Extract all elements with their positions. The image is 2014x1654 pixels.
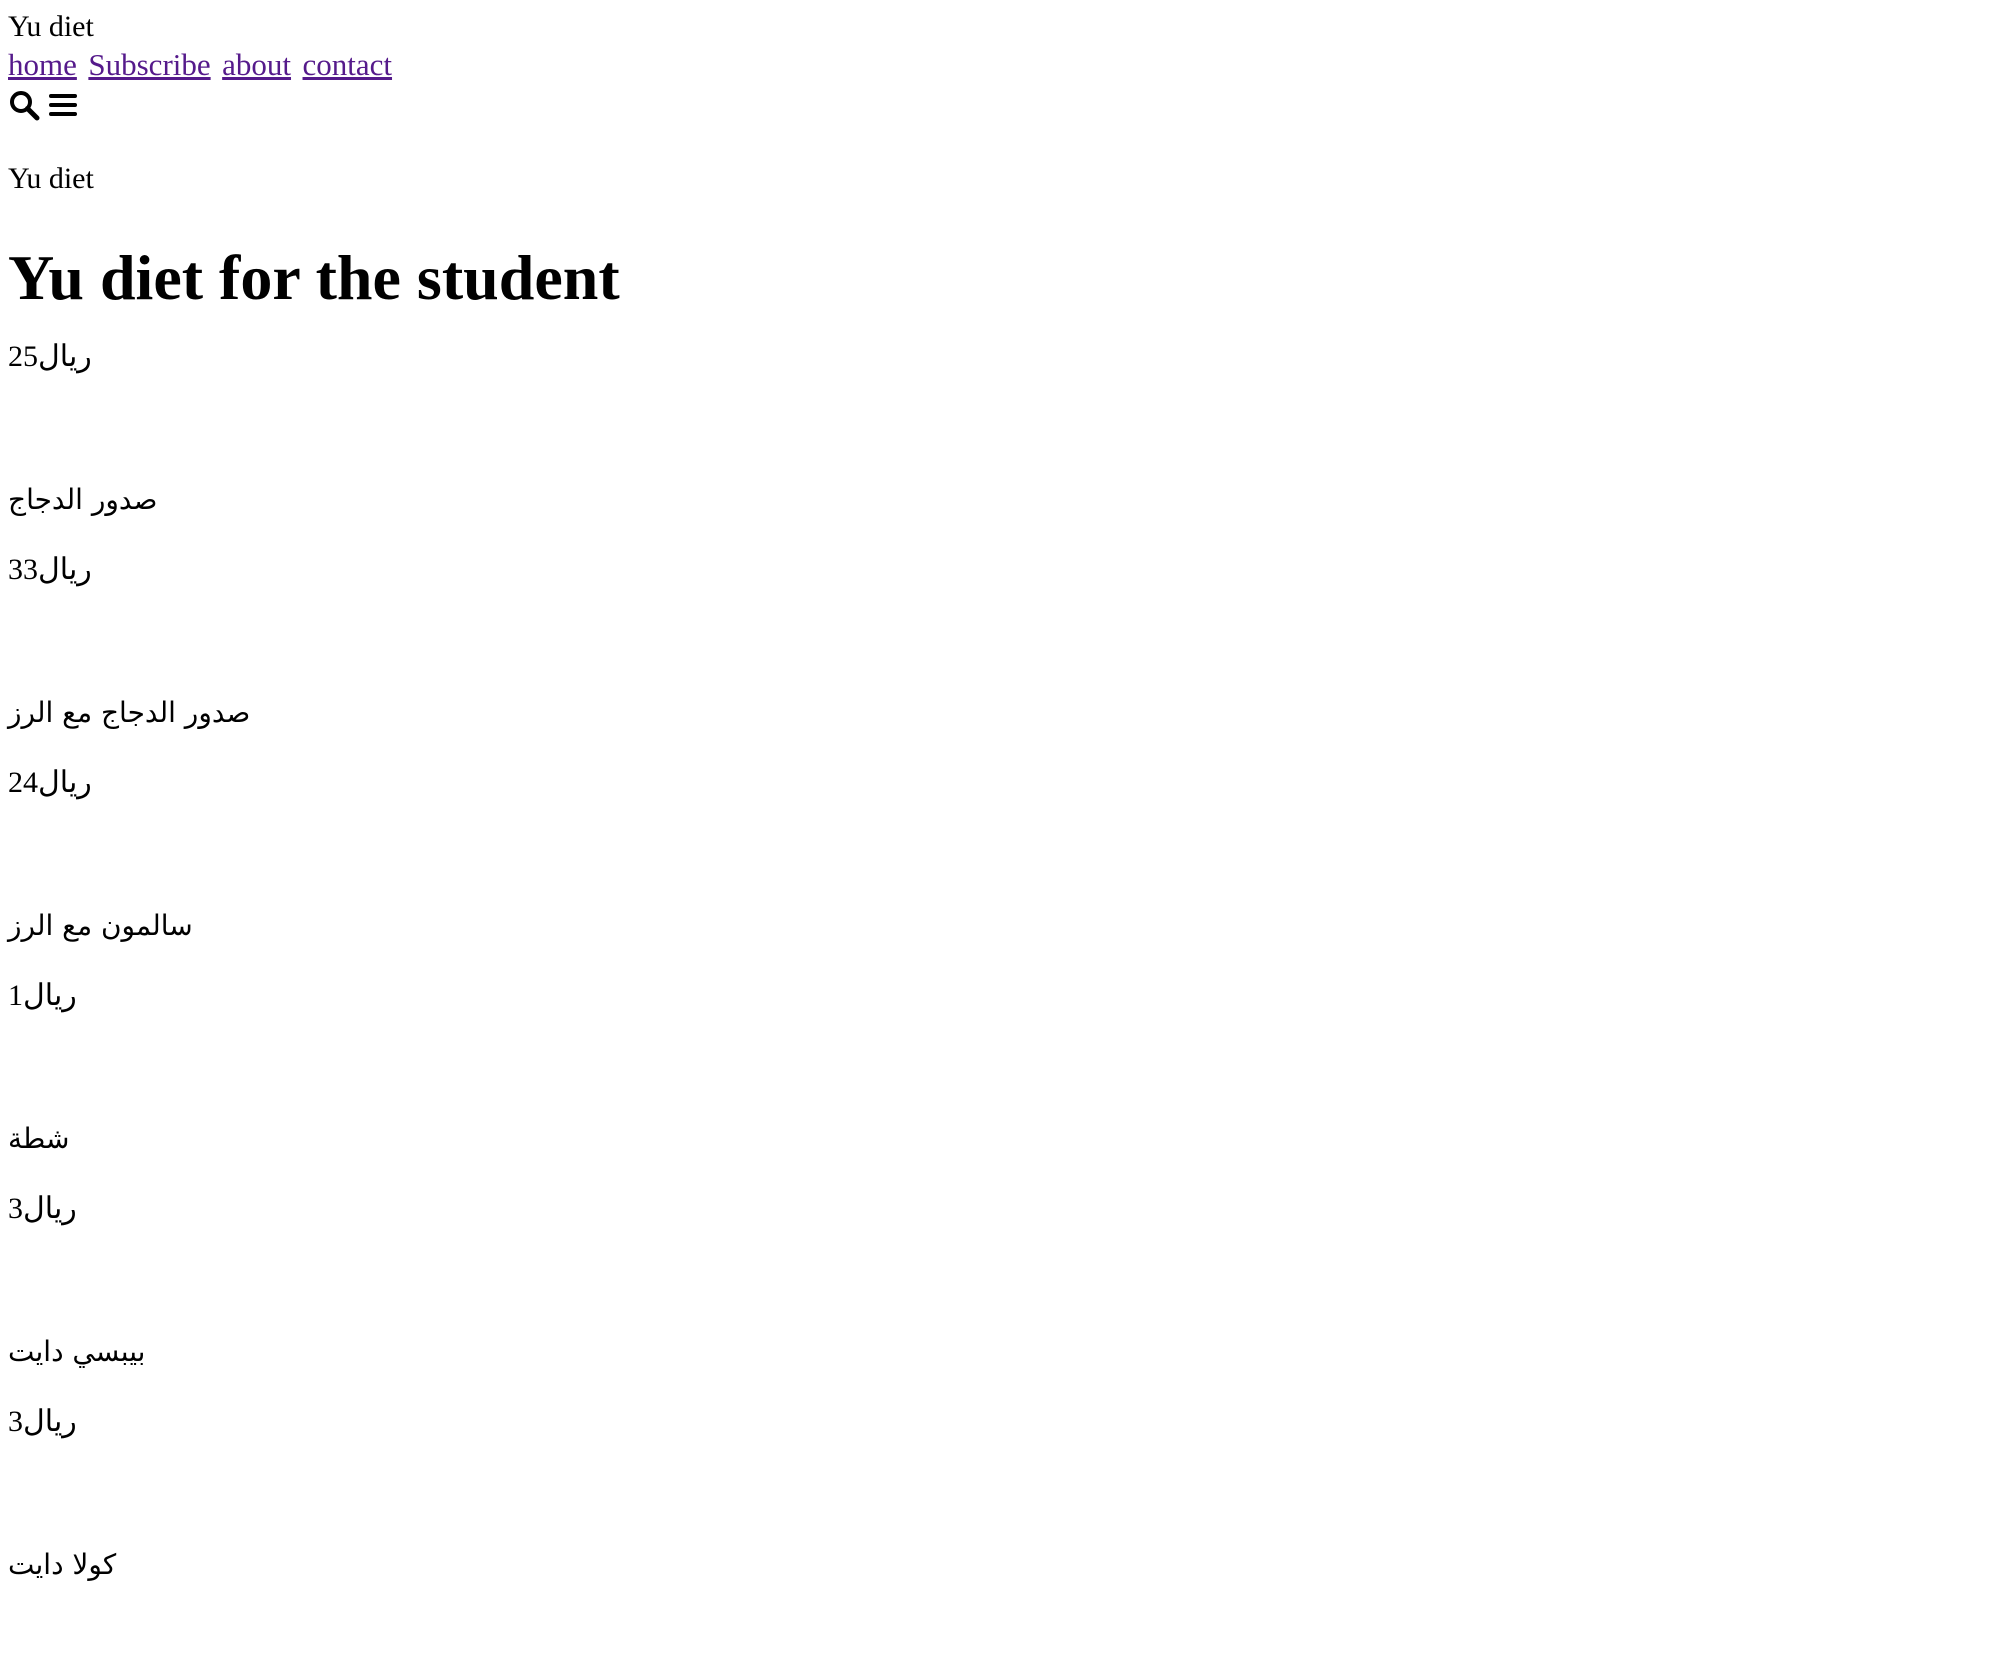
menu-list: 25ريال صدور الدجاج 33ريال صدور الدجاج مع… [8, 337, 2006, 1585]
nav-link-home[interactable]: home [8, 47, 77, 82]
nav-link-about[interactable]: about [222, 47, 291, 82]
item-price: 33ريال [8, 552, 92, 586]
menu-item: 33ريال صدور الدجاج مع الرز [8, 550, 2006, 733]
item-price: 3ريال [8, 1191, 77, 1225]
menu-icon[interactable] [48, 90, 78, 120]
page-title: Yu diet for the student [8, 241, 620, 313]
menu-item: 24ريال سالمون مع الرز [8, 763, 2006, 946]
site-logo[interactable]: Yu diet [8, 8, 2006, 46]
item-price: 3ريال [8, 1404, 77, 1438]
menu-item: 1ريال شطة [8, 976, 2006, 1159]
item-name: شطة [8, 1121, 70, 1155]
item-price: 25ريال [8, 339, 92, 373]
item-name: صدور الدجاج مع الرز [8, 695, 251, 729]
item-price: 24ريال [8, 765, 92, 799]
nav-link-contact[interactable]: contact [303, 47, 393, 82]
menu-item: 3ريال بيبسي دايت [8, 1189, 2006, 1372]
brand-text: Yu diet [8, 162, 94, 196]
site-header: Yu diet home Subscribe about contact [8, 8, 2006, 123]
menu-item: 25ريال صدور الدجاج [8, 337, 2006, 520]
item-name: كولا دايت [8, 1547, 117, 1581]
item-price: 1ريال [8, 978, 77, 1012]
page: Yu diet home Subscribe about contact Yu … [0, 0, 2014, 1585]
main-nav: home Subscribe about contact [8, 46, 2006, 85]
item-name: بيبسي دايت [8, 1334, 146, 1368]
header-icons [8, 87, 2006, 123]
menu-item: 3ريال كولا دايت [8, 1402, 2006, 1585]
search-icon[interactable] [8, 89, 40, 121]
item-name: سالمون مع الرز [8, 908, 193, 942]
item-name: صدور الدجاج [8, 482, 158, 516]
main-content: Yu diet Yu diet for the student 25ريال ص… [8, 160, 2006, 1584]
nav-link-subscribe[interactable]: Subscribe [88, 47, 210, 82]
